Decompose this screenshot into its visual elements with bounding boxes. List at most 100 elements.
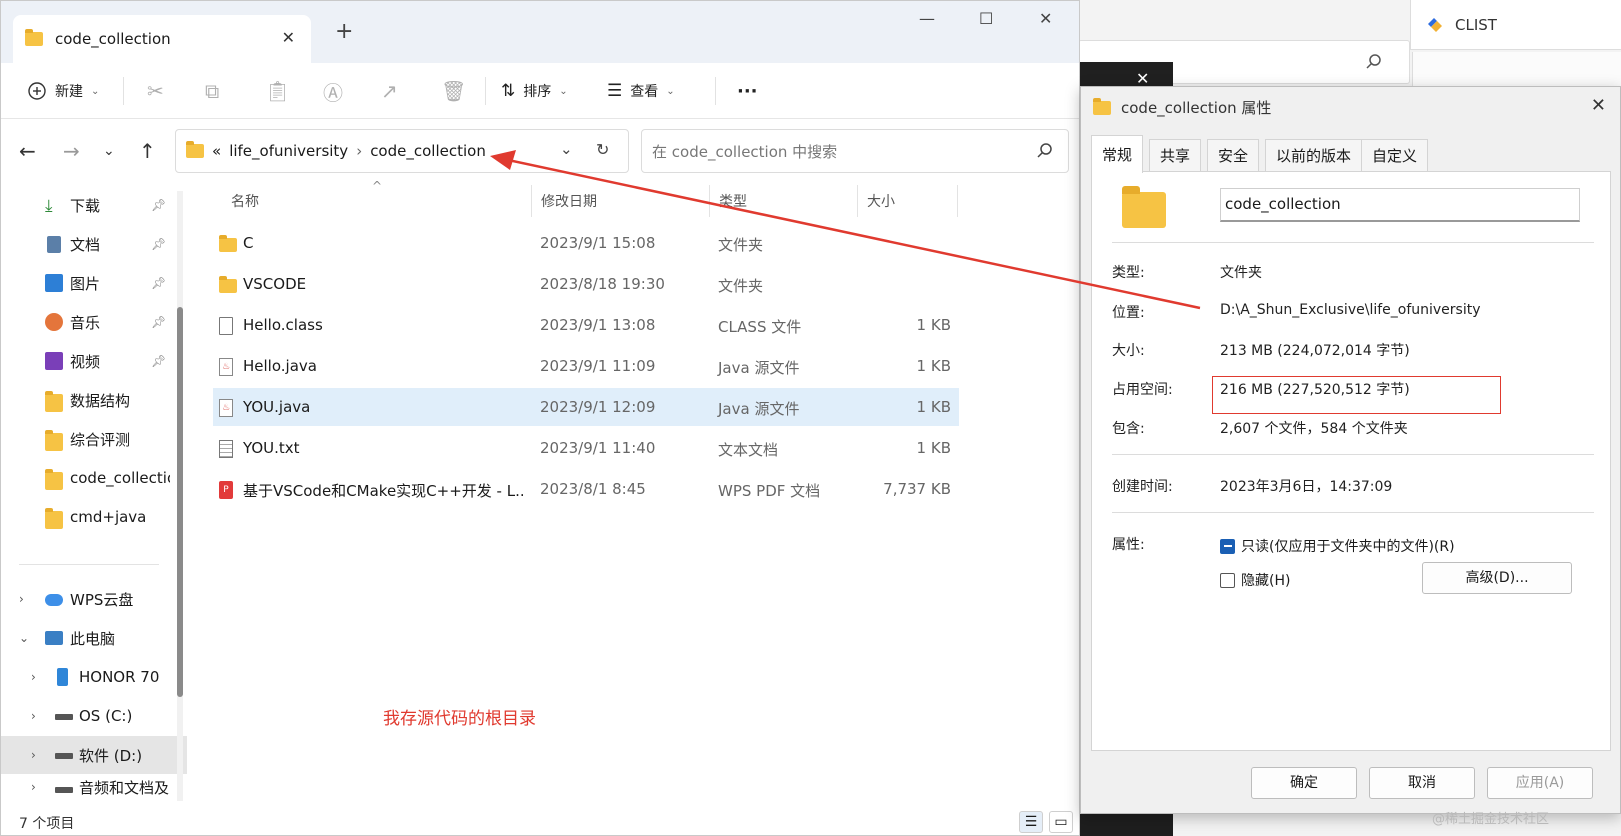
pin-icon[interactable]: 📌︎ (151, 237, 166, 251)
rename-button[interactable]: Ⓐ (323, 63, 343, 119)
table-row[interactable]: P 基于VSCode和CMake实现C++开发 - L... 2023/8/1 … (213, 470, 959, 508)
refresh-icon[interactable]: ↻ (596, 140, 609, 159)
tab-sharing[interactable]: 共享 (1149, 139, 1202, 171)
sidebar-item-folder[interactable]: code_collection (1, 459, 187, 497)
chevron-right-icon[interactable]: › (31, 670, 36, 684)
rename-icon: Ⓐ (323, 80, 343, 105)
close-dialog-button[interactable]: ✕ (1591, 95, 1606, 116)
apply-button[interactable]: 应用(A) (1487, 767, 1593, 799)
details-view-button[interactable]: ☰ (1019, 811, 1043, 833)
pin-icon[interactable]: 📌︎ (151, 276, 166, 290)
pin-icon[interactable]: 📌︎ (151, 198, 166, 212)
folder-icon (219, 235, 237, 252)
readonly-checkbox[interactable]: 只读(仅应用于文件夹中的文件)(R) (1220, 536, 1455, 556)
sidebar-item-wps-cloud[interactable]: › WPS云盘 (1, 580, 187, 618)
column-header-date[interactable]: 修改日期 (541, 185, 597, 217)
delete-button[interactable]: 🗑︎ (441, 63, 466, 119)
tiles-view-button[interactable]: ▭ (1049, 811, 1073, 833)
tab-customize[interactable]: 自定义 (1361, 139, 1429, 171)
navigation-pane: ⤓ 下载 📌︎ 文档 📌︎ 图片 📌︎ 音乐 📌︎ 视频 📌︎ 数据结构 综合评… (1, 181, 187, 807)
column-divider[interactable] (709, 185, 710, 217)
minimize-button[interactable]: — (919, 9, 935, 28)
sidebar-scroll-thumb[interactable] (177, 307, 183, 697)
drive-icon (55, 753, 73, 759)
sort-button[interactable]: ⇅ 排序 ⌄ (501, 63, 568, 119)
column-divider[interactable] (957, 185, 958, 217)
table-row[interactable]: C 2023/9/1 15:08 文件夹 (213, 224, 959, 262)
sidebar-item-music[interactable]: 音乐 📌︎ (1, 303, 187, 341)
address-bar[interactable]: « life_ofuniversity › code_collection ⌄ … (175, 129, 629, 173)
new-tab-button[interactable]: + (335, 19, 353, 44)
pin-icon[interactable]: 📌︎ (151, 354, 166, 368)
address-overflow[interactable]: « (212, 142, 221, 160)
scissors-icon: ✂ (147, 79, 164, 103)
table-row[interactable]: YOU.txt 2023/9/1 11:40 文本文档 1 KB (213, 429, 959, 467)
chevron-right-icon[interactable]: › (31, 780, 36, 794)
share-button[interactable]: ↗ (381, 63, 398, 119)
tab-previous-versions[interactable]: 以前的版本 (1265, 139, 1363, 171)
breadcrumb-segment[interactable]: life_ofuniversity (229, 142, 348, 160)
chevron-right-icon[interactable]: › (31, 748, 36, 762)
sidebar-item-folder[interactable]: 综合评测 (1, 420, 187, 458)
new-button[interactable]: 新建 ⌄ (27, 63, 99, 119)
attributes-label: 属性: (1112, 537, 1145, 553)
table-row[interactable]: VSCODE 2023/8/18 19:30 文件夹 (213, 265, 959, 303)
hidden-checkbox[interactable]: 隐藏(H) (1220, 570, 1290, 590)
tab-general[interactable]: 常规 (1091, 135, 1144, 173)
sidebar-item-downloads[interactable]: ⤓ 下载 📌︎ (1, 186, 187, 224)
chevron-right-icon[interactable]: › (31, 709, 36, 723)
sidebar-item-label: WPS云盘 (70, 590, 134, 609)
tab-security[interactable]: 安全 (1207, 139, 1260, 171)
sidebar-item-folder[interactable]: 数据结构 (1, 381, 187, 419)
cut-button[interactable]: ✂ (147, 63, 164, 119)
paste-button[interactable]: 📋︎ (265, 63, 290, 119)
copy-button[interactable]: ⧉ (205, 63, 219, 119)
maximize-button[interactable]: ☐ (979, 9, 993, 28)
sidebar-item-honor[interactable]: › HONOR 70 (1, 658, 187, 696)
view-button[interactable]: ☰ 查看 ⌄ (607, 63, 675, 119)
close-window-button[interactable]: ✕ (1039, 9, 1052, 28)
sidebar-item-label: 综合评测 (70, 430, 131, 449)
table-row-selected[interactable]: ♨ YOU.java 2023/9/1 12:09 Java 源文件 1 KB (213, 388, 959, 426)
table-row[interactable]: Hello.class 2023/9/1 13:08 CLASS 文件 1 KB (213, 306, 959, 344)
up-button[interactable]: ↑ (139, 139, 156, 163)
column-header-name[interactable]: 名称 (231, 185, 259, 217)
pictures-icon (45, 274, 63, 292)
advanced-button[interactable]: 高级(D)... (1422, 562, 1572, 594)
cancel-button[interactable]: 取消 (1369, 767, 1475, 799)
pin-icon[interactable]: 📌︎ (151, 315, 166, 329)
dialog-title: code_collection 属性 (1121, 99, 1272, 117)
table-row[interactable]: ♨ Hello.java 2023/9/1 11:09 Java 源文件 1 K… (213, 347, 959, 385)
sidebar-item-drive-d[interactable]: › 软件 (D:) (1, 736, 187, 774)
chevron-right-icon[interactable]: › (19, 592, 24, 606)
recent-locations-button[interactable]: ⌄ (103, 143, 115, 159)
column-header-size[interactable]: 大小 (867, 185, 895, 217)
sidebar-item-drive-c[interactable]: › OS (C:) (1, 697, 187, 735)
location-label: 位置: (1112, 305, 1145, 321)
column-divider[interactable] (531, 185, 532, 217)
column-divider[interactable] (857, 185, 858, 217)
close-tab-icon[interactable]: ✕ (282, 28, 295, 47)
sidebar-item-videos[interactable]: 视频 📌︎ (1, 342, 187, 380)
sidebar-item-drive[interactable]: › 音频和文档及 (1, 775, 187, 799)
file-type: WPS PDF 文档 (718, 482, 821, 500)
breadcrumb-segment[interactable]: code_collection (370, 142, 486, 160)
sidebar-item-documents[interactable]: 文档 📌︎ (1, 225, 187, 263)
column-header-type[interactable]: 类型 (719, 185, 747, 217)
sidebar-item-this-pc[interactable]: ⌄ 此电脑 (1, 619, 187, 657)
checkbox-indeterminate[interactable] (1220, 538, 1235, 554)
ok-button[interactable]: 确定 (1251, 767, 1357, 799)
checkbox-unchecked[interactable] (1220, 572, 1235, 588)
sidebar-item-pictures[interactable]: 图片 📌︎ (1, 264, 187, 302)
chevron-down-icon[interactable]: ⌄ (560, 140, 573, 158)
sidebar-item-folder[interactable]: cmd+java (1, 498, 187, 536)
folder-name-input[interactable]: code_collection (1220, 188, 1580, 222)
more-options-button[interactable]: ··· (737, 63, 758, 119)
back-button[interactable]: ← (19, 139, 36, 163)
chevron-down-icon[interactable]: ⌄ (19, 631, 29, 645)
folder-icon (45, 508, 63, 529)
forward-button[interactable]: → (63, 139, 80, 163)
explorer-tab[interactable]: code_collection ✕ (13, 15, 311, 63)
search-input[interactable]: 在 code_collection 中搜索 (641, 129, 1069, 173)
clist-panel[interactable]: CLIST (1410, 0, 1621, 50)
